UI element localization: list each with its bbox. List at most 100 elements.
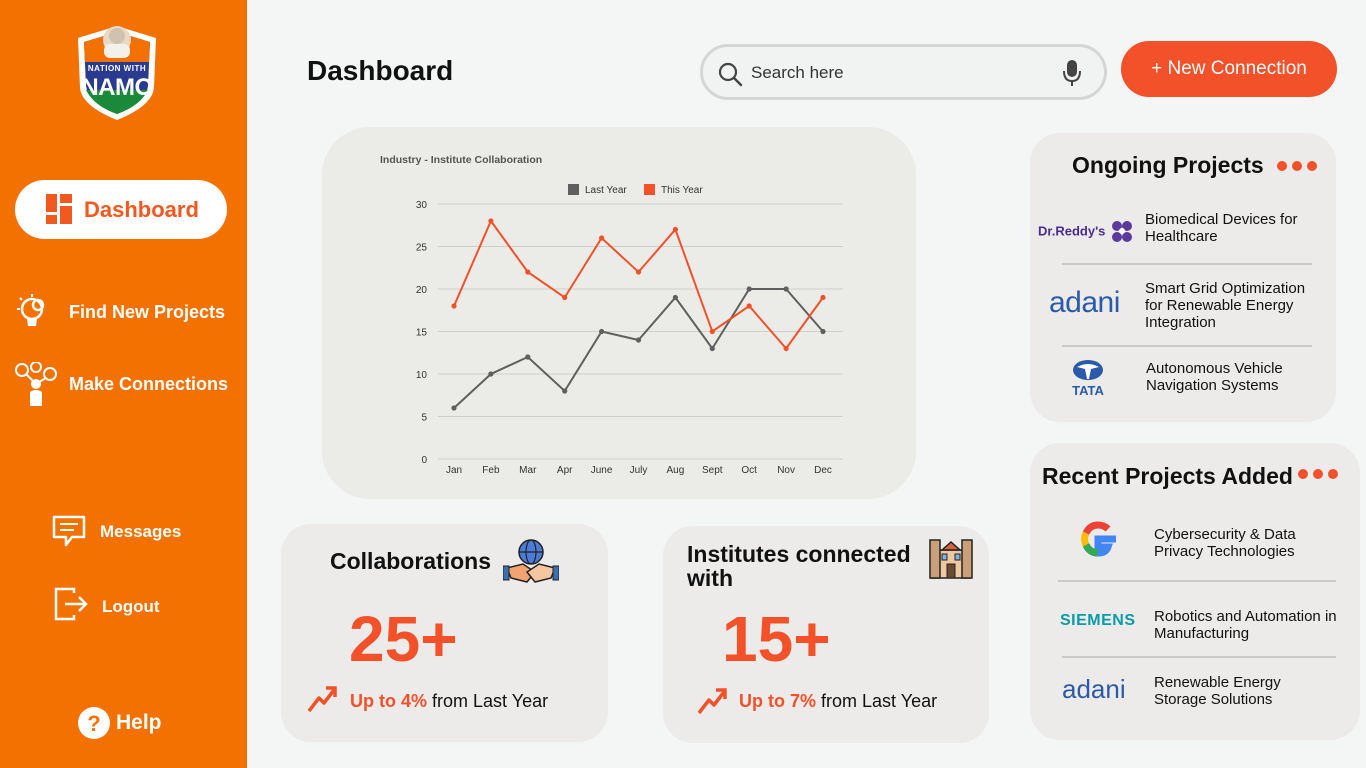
data-point <box>451 405 457 411</box>
data-point <box>635 337 642 343</box>
divider <box>1062 656 1336 658</box>
legend-swatch <box>644 184 655 195</box>
chart-title: Industry - Institute Collaboration <box>380 154 542 166</box>
trend-up-icon <box>697 688 727 715</box>
sidebar-item-messages[interactable]: Messages <box>52 515 202 549</box>
institutes-card: Institutes connected with 15+ Up to 7% f… <box>663 526 989 743</box>
list-item[interactable]: adani Renewable Energy Storage Solutions <box>1030 671 1360 715</box>
logo-name: NAMO <box>81 74 153 101</box>
trend-up-icon <box>307 686 337 713</box>
trend-percentage: Up to 7% <box>739 691 817 711</box>
more-options-icon[interactable] <box>1277 161 1317 171</box>
network-people-icon <box>15 362 57 406</box>
data-point <box>599 235 605 241</box>
sidebar-item-label: Logout <box>102 597 160 616</box>
search-bar[interactable] <box>700 44 1107 100</box>
page-title: Dashboard <box>307 55 454 86</box>
search-input[interactable] <box>751 61 1051 85</box>
data-point <box>488 218 494 224</box>
sidebar: NATION WITH NAMO Dashboard Find New Proj… <box>0 0 247 768</box>
legend-label: Last Year <box>585 185 627 196</box>
microphone-icon[interactable] <box>1062 59 1082 87</box>
project-title: Cybersecurity & Data Privacy Technologie… <box>1154 526 1296 560</box>
more-options-icon[interactable] <box>1298 469 1338 479</box>
x-tick-label: Sept <box>702 465 723 476</box>
data-point <box>820 328 826 335</box>
message-icon <box>52 515 86 547</box>
stat-value: 15+ <box>722 603 831 675</box>
sidebar-item-label: Find New Projects <box>69 302 226 322</box>
data-point <box>709 345 715 352</box>
list-item[interactable]: SIEMENS Robotics and Automation in Manuf… <box>1030 598 1360 642</box>
data-point <box>709 328 715 335</box>
project-title: Smart Grid Optimization for Renewable En… <box>1145 280 1306 331</box>
list-item[interactable]: Dr.Reddy's Biomedical Devices for Health… <box>1030 205 1336 255</box>
x-tick-label: Feb <box>482 465 500 476</box>
sidebar-item-label: Dashboard <box>84 197 199 222</box>
recent-projects-panel: Recent Projects Added Cybersecurity & Da… <box>1030 443 1360 740</box>
handshake-globe-icon <box>503 539 559 583</box>
logout-icon <box>54 587 88 621</box>
google-logo-icon <box>1081 521 1116 557</box>
project-title: Autonomous Vehicle Navigation Systems <box>1146 360 1283 394</box>
sidebar-item-find-projects[interactable]: Find New Projects <box>14 292 234 332</box>
company-logo: SIEMENS <box>1060 612 1136 629</box>
company-name: Dr.Reddy's <box>1038 223 1106 239</box>
data-point <box>783 286 789 292</box>
x-tick-label: Mar <box>519 465 537 476</box>
list-item[interactable]: TATA Autonomous Vehicle Navigation Syste… <box>1030 357 1336 401</box>
stat-trend: Up to 4% from Last Year <box>350 691 548 712</box>
stat-title: Institutes connected with <box>687 541 911 591</box>
trend-label: from Last Year <box>821 691 938 711</box>
company-logo: adani <box>1049 286 1120 319</box>
sidebar-item-make-connections[interactable]: Make Connections <box>14 362 239 408</box>
legend-swatch <box>568 184 579 195</box>
data-point <box>820 294 826 301</box>
stat-value: 25+ <box>349 603 458 675</box>
dashboard-icon <box>46 194 72 224</box>
dr-reddys-mark-icon <box>1112 221 1133 242</box>
sidebar-item-logout[interactable]: Logout <box>54 587 184 623</box>
data-point <box>488 371 494 377</box>
sidebar-item-label: Make Connections <box>69 374 229 394</box>
collaboration-chart-card: Industry - Institute Collaboration Last Y… <box>322 127 916 499</box>
sidebar-item-dashboard[interactable]: Dashboard <box>15 180 227 239</box>
series-line <box>453 288 824 409</box>
app-logo[interactable]: NATION WITH NAMO <box>74 18 160 122</box>
data-point <box>562 388 568 394</box>
company-logo: adani <box>1062 674 1126 704</box>
list-item[interactable]: Cybersecurity & Data Privacy Technologie… <box>1030 515 1360 565</box>
data-point <box>746 303 752 309</box>
data-point <box>635 269 642 275</box>
new-connection-button[interactable]: + New Connection <box>1121 41 1337 97</box>
ongoing-projects-panel: Ongoing Projects Dr.Reddy's Biomedical D… <box>1030 133 1336 422</box>
list-item[interactable]: adani Smart Grid Optimization for Renewa… <box>1030 278 1336 334</box>
y-tick-label: 5 <box>421 413 427 424</box>
legend-label: This Year <box>661 185 703 196</box>
x-tick-label: Aug <box>667 465 685 476</box>
x-tick-label: Apr <box>557 465 573 476</box>
company-name: TATA <box>1072 383 1104 397</box>
project-title: Renewable Energy Storage Solutions <box>1154 674 1281 708</box>
x-tick-label: Nov <box>777 465 795 476</box>
divider <box>1062 263 1312 265</box>
search-icon <box>718 62 743 87</box>
panel-title: Ongoing Projects <box>1072 152 1264 178</box>
x-tick-label: Oct <box>741 465 757 476</box>
y-tick-label: 10 <box>416 370 428 381</box>
institute-building-icon <box>929 539 973 579</box>
company-logo: Dr.Reddy's <box>1038 220 1137 244</box>
help-button[interactable]: ? Help <box>77 706 177 742</box>
data-point <box>783 345 789 352</box>
data-point <box>451 303 457 309</box>
help-label: Help <box>116 711 162 734</box>
trend-percentage: Up to 4% <box>350 691 428 711</box>
lightbulb-gear-icon <box>17 294 45 326</box>
y-tick-label: 20 <box>416 285 428 296</box>
x-tick-label: Jan <box>446 465 462 476</box>
data-point <box>599 328 605 335</box>
data-point <box>525 354 531 360</box>
svg-text:?: ? <box>87 711 100 736</box>
data-point <box>525 269 531 275</box>
project-title: Robotics and Automation in Manufacturing <box>1154 608 1337 642</box>
